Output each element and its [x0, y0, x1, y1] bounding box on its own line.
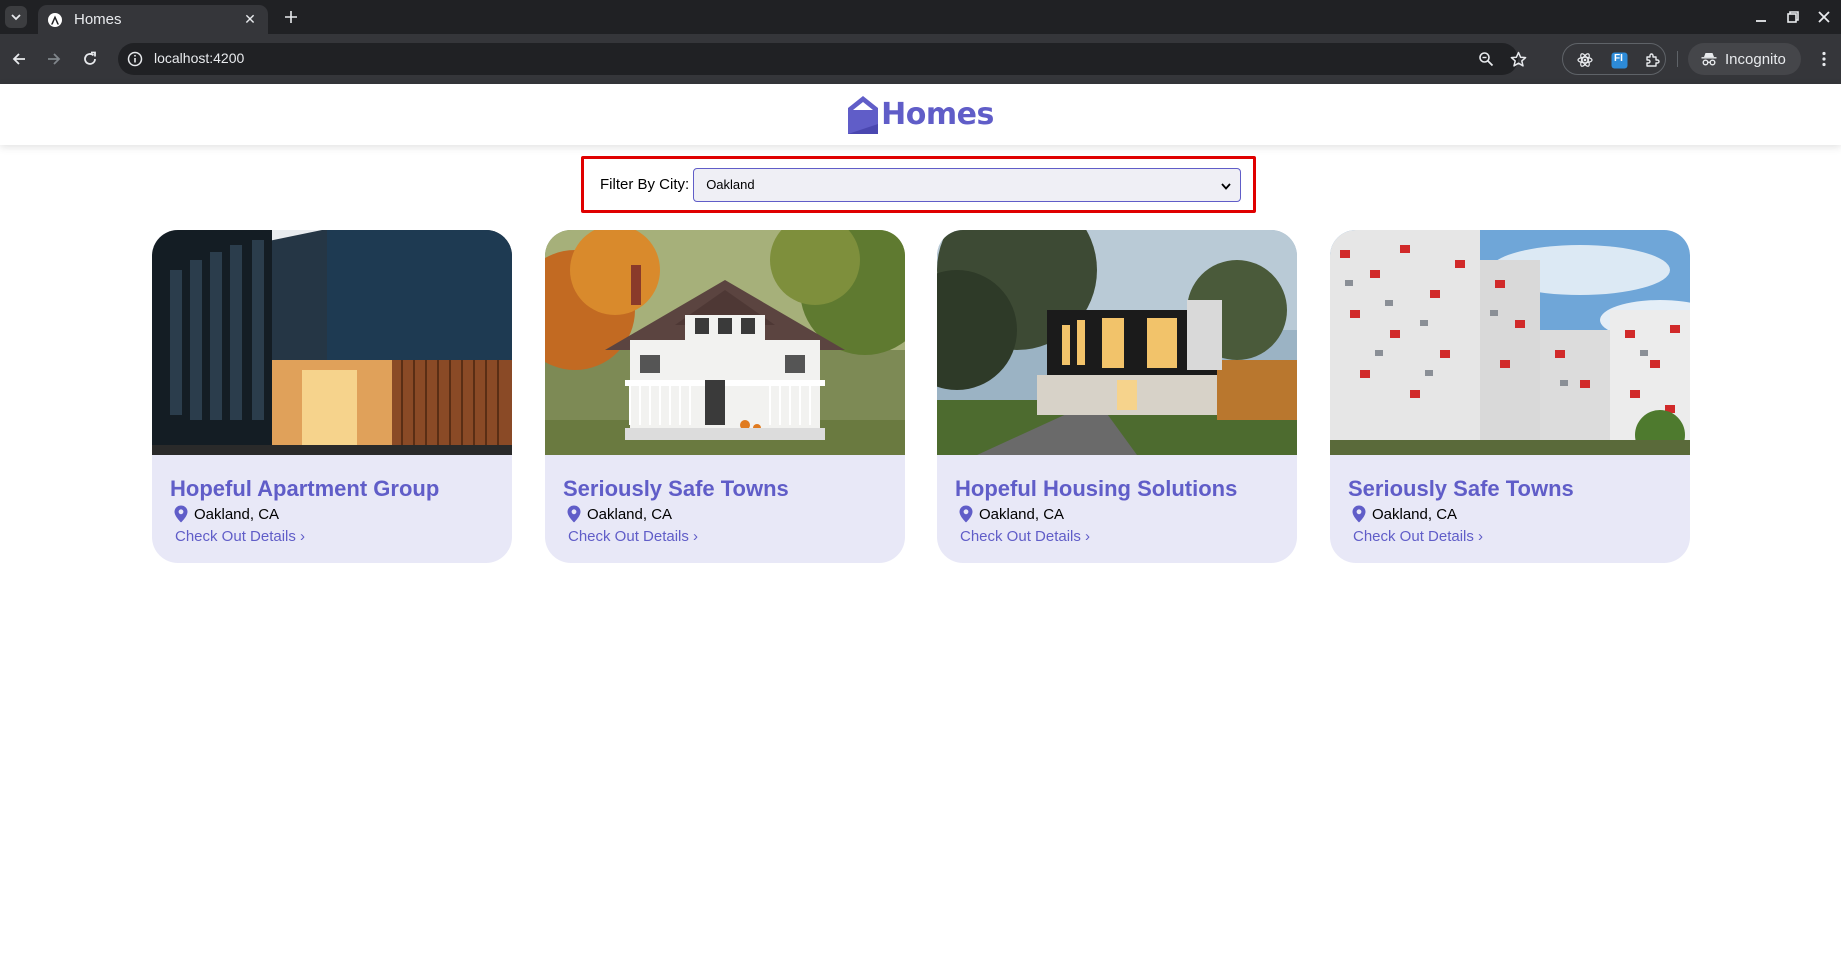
browser-toolbar: localhost:4200 FI Incognito — [0, 34, 1841, 84]
close-icon — [1818, 11, 1830, 23]
reload-icon — [84, 51, 96, 65]
location-pin-icon — [959, 505, 973, 523]
city-filter-label: Filter By City: — [600, 176, 690, 193]
site-info-icon[interactable] — [127, 51, 143, 67]
extension-badge-text: FI — [1614, 53, 1623, 64]
house-logo-icon — [848, 95, 879, 134]
listing-location: Oakland, CA — [567, 505, 672, 523]
listing-location-text: Oakland, CA — [1372, 505, 1458, 523]
incognito-profile-button[interactable]: Incognito — [1688, 43, 1801, 75]
back-button[interactable] — [7, 47, 31, 71]
address-bar[interactable]: localhost:4200 — [118, 43, 1526, 75]
listing-photo[interactable] — [545, 230, 905, 455]
more-vertical-icon — [1822, 51, 1826, 67]
listing-photo[interactable] — [937, 230, 1297, 455]
listing-card[interactable]: Seriously Safe Towns Oakland, CA Check O… — [545, 230, 905, 563]
extensions-puzzle-icon[interactable] — [1643, 51, 1661, 69]
listing-name: Seriously Safe Towns — [1348, 476, 1574, 501]
minimize-button[interactable] — [1750, 7, 1772, 27]
restore-icon — [1787, 11, 1799, 23]
tab-search-button[interactable] — [5, 6, 27, 28]
forward-button[interactable] — [42, 47, 66, 71]
reload-button[interactable] — [78, 47, 102, 71]
new-tab-button[interactable] — [280, 6, 302, 28]
close-window-button[interactable] — [1813, 7, 1835, 27]
listing-name: Hopeful Housing Solutions — [955, 476, 1238, 501]
city-filter-box: Filter By City: Oakland — [581, 156, 1256, 213]
url-text[interactable]: localhost:4200 — [154, 50, 244, 66]
react-devtools-icon[interactable] — [1576, 51, 1594, 69]
check-out-details-link[interactable]: Check Out Details › — [568, 528, 698, 545]
listing-name: Seriously Safe Towns — [563, 476, 789, 501]
city-filter-value: Oakland — [706, 177, 755, 192]
listing-card[interactable]: Seriously Safe Towns Oakland, CA Check O… — [1330, 230, 1690, 563]
page: Homes Filter By City: Oakland Hopeful Ap… — [0, 84, 1841, 963]
angular-favicon-icon — [48, 12, 62, 27]
check-out-details-link[interactable]: Check Out Details › — [1353, 528, 1483, 545]
extensions-group: FI — [1562, 43, 1666, 75]
brand-logo[interactable]: Homes — [847, 95, 994, 135]
restore-button[interactable] — [1782, 7, 1804, 27]
city-filter-select[interactable]: Oakland — [693, 167, 1242, 202]
listing-name: Hopeful Apartment Group — [170, 476, 440, 501]
tab-title: Homes — [74, 11, 122, 28]
listing-card[interactable]: Hopeful Apartment Group Oakland, CA Chec… — [152, 230, 512, 563]
listing-location-text: Oakland, CA — [194, 505, 280, 523]
listing-location: Oakland, CA — [959, 505, 1064, 523]
check-out-details-link[interactable]: Check Out Details › — [960, 528, 1090, 545]
incognito-icon — [1701, 53, 1717, 66]
browser-tabstrip: Homes ✕ — [0, 0, 1841, 34]
incognito-label: Incognito — [1725, 50, 1786, 68]
location-pin-icon — [1352, 505, 1366, 523]
listing-card[interactable]: Hopeful Housing Solutions Oakland, CA Ch… — [937, 230, 1297, 563]
location-pin-icon — [174, 505, 188, 523]
tab-close-icon[interactable]: ✕ — [242, 11, 258, 28]
listing-location-text: Oakland, CA — [587, 505, 673, 523]
listing-photo[interactable] — [1330, 230, 1690, 455]
listing-location-text: Oakland, CA — [979, 505, 1065, 523]
app-header: Homes — [0, 84, 1841, 145]
bookmark-star-icon[interactable] — [1509, 50, 1527, 68]
browser-tab[interactable]: Homes ✕ — [38, 5, 268, 34]
arrow-right-icon — [48, 53, 61, 65]
browser-menu-button[interactable] — [1814, 47, 1834, 71]
listing-photo[interactable] — [152, 230, 512, 455]
listing-location: Oakland, CA — [174, 505, 279, 523]
zoom-icon[interactable] — [1477, 50, 1495, 68]
extension-badge-icon[interactable]: FI — [1610, 51, 1628, 69]
chevron-down-icon — [11, 14, 21, 21]
minimize-icon — [1756, 20, 1766, 22]
location-pin-icon — [567, 505, 581, 523]
arrow-left-icon — [12, 53, 25, 65]
plus-icon — [285, 11, 297, 23]
listing-location: Oakland, CA — [1352, 505, 1457, 523]
brand-name: Homes — [881, 97, 994, 132]
listing-grid: Hopeful Apartment Group Oakland, CA Chec… — [152, 230, 1690, 565]
chevron-down-icon — [1221, 182, 1231, 190]
check-out-details-link[interactable]: Check Out Details › — [175, 528, 305, 545]
toolbar-separator — [1677, 51, 1678, 67]
